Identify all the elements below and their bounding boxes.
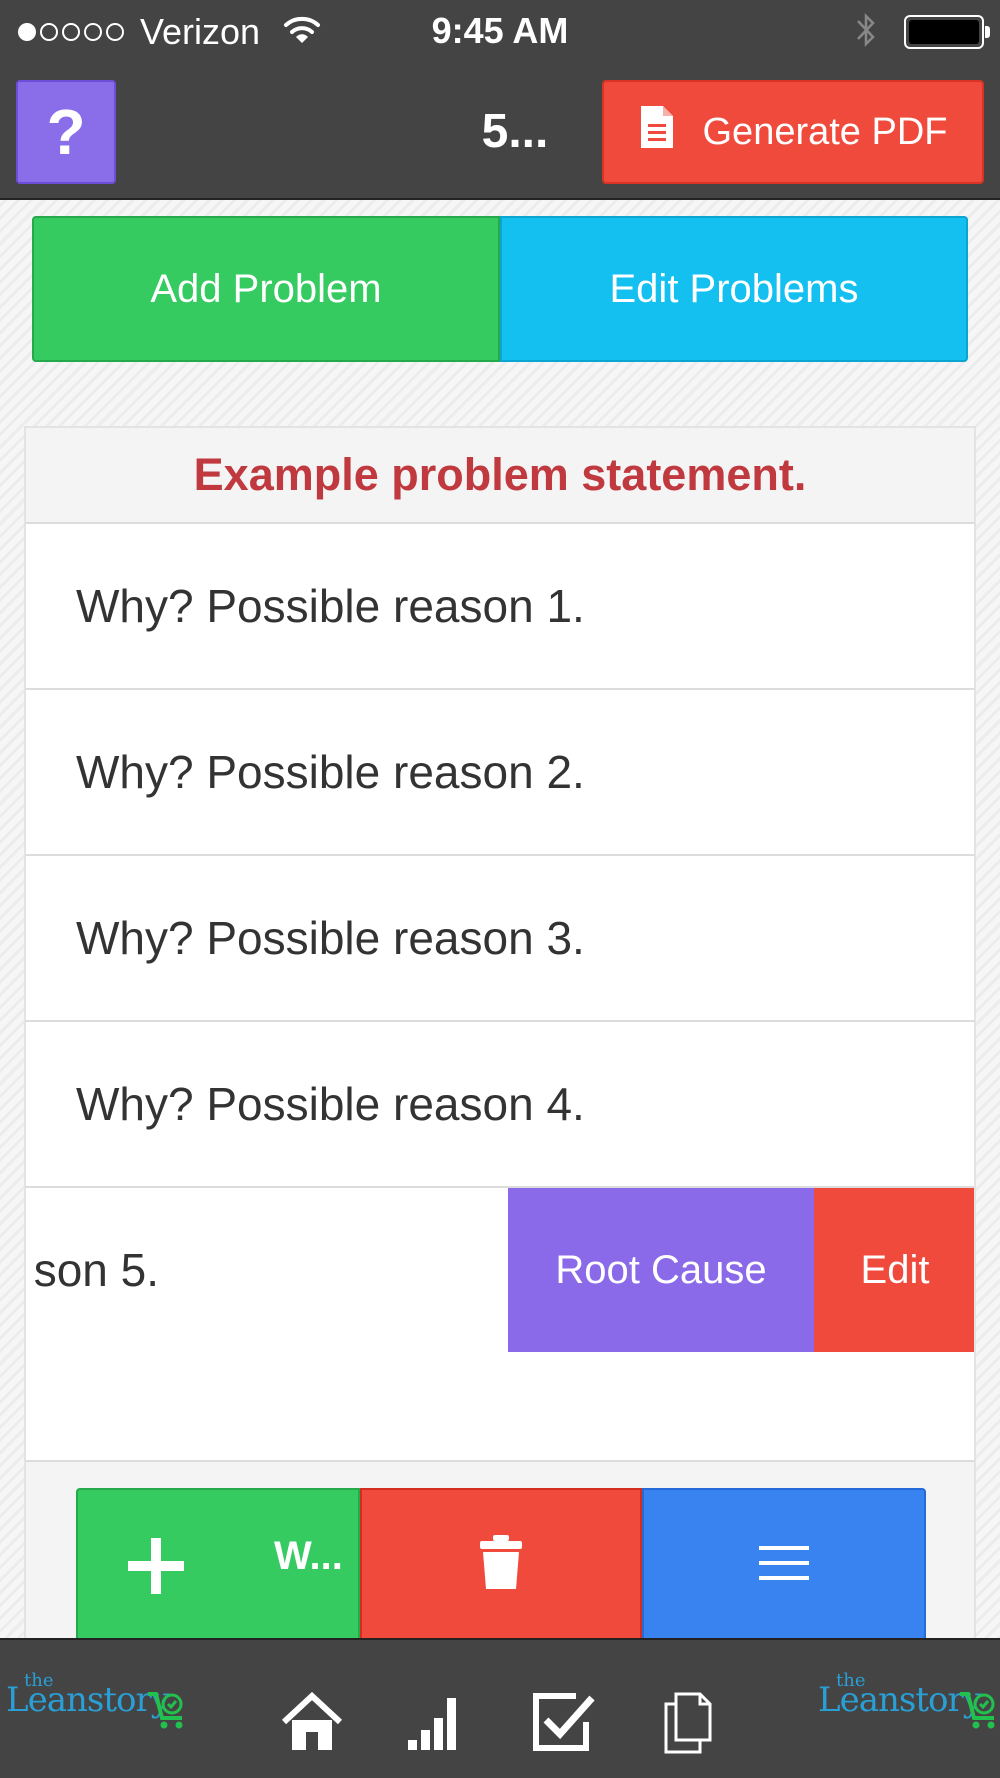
add-problem-button[interactable]: Add Problem <box>32 216 500 362</box>
battery-icon <box>904 15 990 49</box>
card-footer: W... <box>26 1462 974 1662</box>
checkbox-icon[interactable] <box>530 1692 596 1759</box>
action-bar: W... <box>76 1488 926 1642</box>
plus-icon <box>126 1536 186 1601</box>
add-why-label: W... <box>274 1534 343 1578</box>
problem-card: Example problem statement. Why? Possible… <box>24 426 976 1778</box>
edit-problems-button[interactable]: Edit Problems <box>500 216 968 362</box>
status-right <box>854 10 990 55</box>
edit-reason-button[interactable]: Edit <box>814 1188 974 1352</box>
reason-row[interactable]: Why? Possible reason 3. <box>26 856 974 1022</box>
leanstory-logo: the Leanstory <box>6 1670 186 1740</box>
menu-button[interactable] <box>642 1488 926 1642</box>
help-button[interactable]: ? <box>16 80 116 184</box>
leanstory-logo: the Leanstory <box>818 1670 998 1740</box>
reason-row[interactable]: Why? Possible reason 1. <box>26 524 974 690</box>
document-icon <box>639 104 703 160</box>
reason-row-swiped[interactable]: son 5. Root Cause Edit <box>26 1188 974 1354</box>
nav-bar: ? 5... Generate PDF <box>0 64 1000 200</box>
tab-bar: the Leanstory the Leanstory <box>0 1638 1000 1778</box>
swiped-reason-text: son 5. <box>33 1244 159 1296</box>
home-icon[interactable] <box>280 1691 344 1757</box>
documents-icon[interactable] <box>660 1692 716 1759</box>
bluetooth-icon <box>854 10 878 55</box>
generate-pdf-label: Generate PDF <box>702 110 948 153</box>
status-bar: Verizon 9:45 AM <box>0 0 1000 64</box>
status-time: 9:45 AM <box>431 10 569 51</box>
delete-button[interactable] <box>360 1488 642 1642</box>
reason-row[interactable]: Why? Possible reason 4. <box>26 1022 974 1188</box>
problem-statement[interactable]: Example problem statement. <box>26 428 974 524</box>
signal-chart-icon[interactable] <box>408 1692 466 1757</box>
cart-icon <box>146 1690 188 1735</box>
root-cause-button[interactable]: Root Cause <box>508 1188 814 1352</box>
empty-row <box>26 1354 974 1462</box>
top-buttons: Add Problem Edit Problems <box>32 216 968 362</box>
generate-pdf-button[interactable]: Generate PDF <box>602 80 984 184</box>
reason-row[interactable]: Why? Possible reason 2. <box>26 690 974 856</box>
page-title: 5... <box>481 105 549 158</box>
trash-icon <box>478 1534 524 1596</box>
menu-icon <box>759 1545 809 1586</box>
cart-icon <box>958 1690 1000 1735</box>
add-why-button[interactable]: W... <box>76 1488 360 1642</box>
